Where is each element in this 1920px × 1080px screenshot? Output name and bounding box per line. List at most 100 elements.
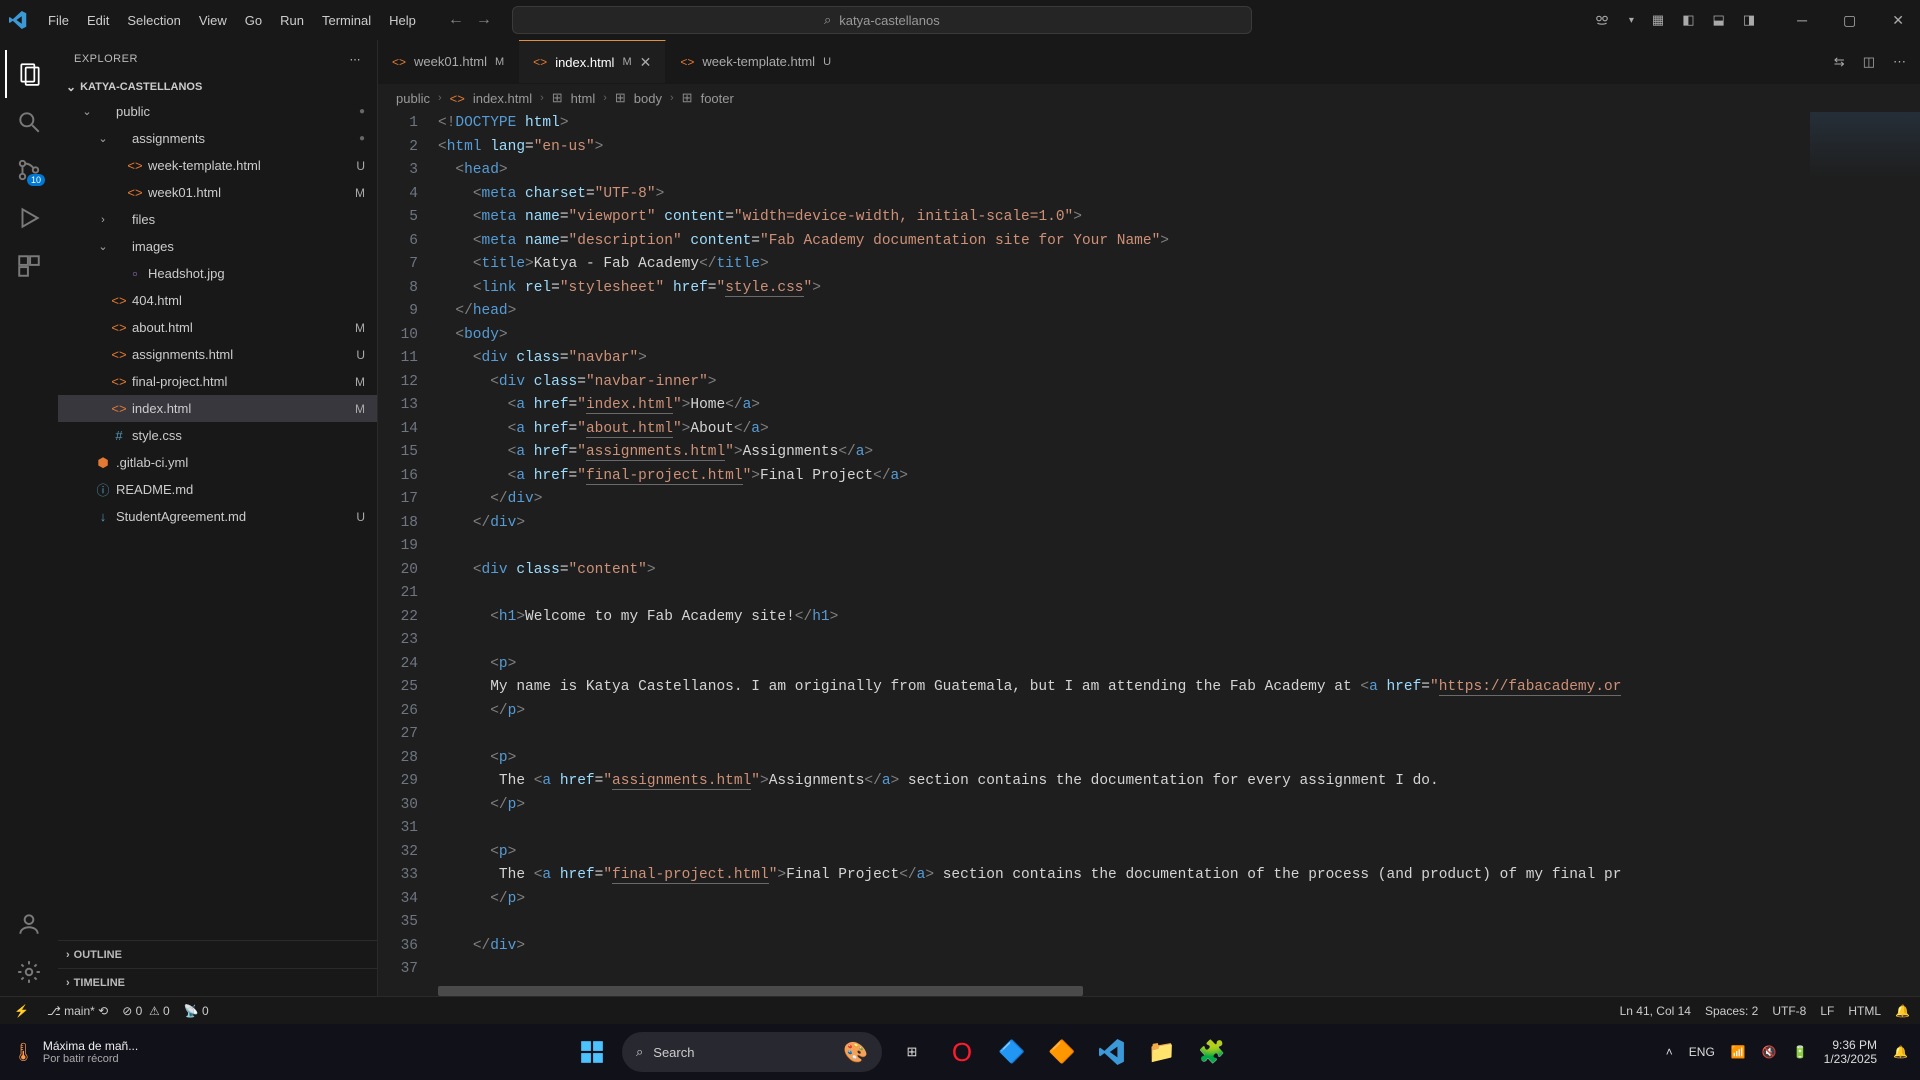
tree-item-label: final-project.html	[132, 374, 349, 389]
code-editor[interactable]: 1234567891011121314151617181920212223242…	[378, 112, 1920, 996]
activity-debug-icon[interactable]	[5, 194, 53, 242]
wifi-icon[interactable]: 📶	[1731, 1045, 1746, 1059]
tree-item[interactable]: ⬢.gitlab-ci.yml	[58, 449, 377, 476]
activity-account-icon[interactable]	[5, 900, 53, 948]
app1-icon[interactable]: 🔷	[992, 1032, 1032, 1072]
breadcrumb-item[interactable]: public	[396, 91, 430, 106]
file-icon: <>	[110, 320, 128, 335]
activity-settings-icon[interactable]	[5, 948, 53, 996]
menu-file[interactable]: File	[40, 9, 77, 32]
tree-item[interactable]: ⌄public●	[58, 98, 377, 125]
breadcrumb-item[interactable]: body	[634, 91, 662, 106]
tree-item[interactable]: <>index.htmlM	[58, 395, 377, 422]
outline-panel-header[interactable]: › OUTLINE	[58, 940, 377, 968]
tree-item[interactable]: ›files	[58, 206, 377, 233]
panel-right-icon[interactable]: ◨	[1743, 12, 1755, 28]
menu-run[interactable]: Run	[272, 9, 312, 32]
problems[interactable]: ⊘ 0 ⚠ 0	[122, 1004, 170, 1018]
start-icon[interactable]	[572, 1032, 612, 1072]
minimize-icon[interactable]: ─	[1789, 8, 1815, 33]
remote-icon[interactable]: ⚡	[10, 1004, 33, 1018]
breadcrumb-item[interactable]: html	[571, 91, 596, 106]
menu-go[interactable]: Go	[237, 9, 270, 32]
notifications-icon[interactable]: 🔔	[1895, 1004, 1910, 1018]
git-badge: M	[355, 186, 365, 200]
tree-item[interactable]: <>week-template.htmlU	[58, 152, 377, 179]
menu-selection[interactable]: Selection	[119, 9, 188, 32]
task-view-icon[interactable]: ⊞	[892, 1032, 932, 1072]
vscode-taskbar-icon[interactable]	[1092, 1032, 1132, 1072]
menu-edit[interactable]: Edit	[79, 9, 117, 32]
layout-grid-icon[interactable]: ▦	[1652, 12, 1664, 28]
code-content[interactable]: <!DOCTYPE html><html lang="en-us"> <head…	[438, 112, 1920, 996]
tree-item[interactable]: ▫Headshot.jpg	[58, 260, 377, 287]
language-indicator[interactable]: ENG	[1689, 1045, 1715, 1059]
activity-explorer-icon[interactable]	[5, 50, 53, 98]
tree-item[interactable]: <>week01.htmlM	[58, 179, 377, 206]
tree-item[interactable]: ⌄assignments●	[58, 125, 377, 152]
more-icon[interactable]: ⋯	[1893, 54, 1906, 70]
split-editor-icon[interactable]: ◫	[1863, 54, 1875, 70]
breadcrumb-item[interactable]: index.html	[473, 91, 532, 106]
compare-icon[interactable]: ⇆	[1834, 54, 1845, 70]
nav-forward-icon[interactable]: →	[476, 11, 492, 29]
weather-widget[interactable]: 🌡 Máxima de mañ... Por batir récord	[12, 1039, 138, 1065]
menu-view[interactable]: View	[191, 9, 235, 32]
opera-icon[interactable]: O	[942, 1032, 982, 1072]
breadcrumb[interactable]: public›<>index.html›⊞html›⊞body›⊞footer	[378, 84, 1920, 112]
nav-back-icon[interactable]: ←	[448, 11, 464, 29]
panel-left-icon[interactable]: ◧	[1682, 12, 1694, 28]
editor-tab[interactable]: <>week01.htmlM	[378, 40, 519, 83]
volume-icon[interactable]: 🔇	[1762, 1045, 1777, 1059]
tree-item[interactable]: ↓StudentAgreement.mdU	[58, 503, 377, 530]
tree-item[interactable]: <>about.htmlM	[58, 314, 377, 341]
more-icon[interactable]: ⋯	[350, 53, 362, 66]
chevron-down-icon[interactable]: ▾	[1629, 15, 1634, 26]
taskbar-search[interactable]: ⌕ Search 🎨	[622, 1032, 882, 1072]
app3-icon[interactable]: 🧩	[1192, 1032, 1232, 1072]
activity-extensions-icon[interactable]	[5, 242, 53, 290]
tree-item[interactable]: <>assignments.htmlU	[58, 341, 377, 368]
copilot-icon[interactable]	[1593, 11, 1611, 29]
file-icon: #	[110, 428, 128, 443]
horizontal-scrollbar[interactable]	[438, 986, 1083, 996]
close-icon[interactable]: ✕	[1884, 8, 1912, 33]
battery-icon[interactable]: 🔋	[1793, 1045, 1808, 1059]
ports[interactable]: 📡 0	[184, 1004, 209, 1018]
activity-search-icon[interactable]	[5, 98, 53, 146]
tree-item[interactable]: <>final-project.htmlM	[58, 368, 377, 395]
notifications-icon[interactable]: 🔔	[1893, 1045, 1908, 1059]
tree-item[interactable]: ⌄images	[58, 233, 377, 260]
indentation[interactable]: Spaces: 2	[1705, 1004, 1758, 1018]
timeline-panel-header[interactable]: › TIMELINE	[58, 968, 377, 996]
project-folder-header[interactable]: ⌄ KATYA-CASTELLANOS	[58, 78, 377, 96]
command-center-search[interactable]: ⌕ katya-castellanos	[512, 6, 1252, 34]
git-badge: M	[355, 402, 365, 416]
minimap[interactable]	[1810, 112, 1920, 222]
encoding[interactable]: UTF-8	[1772, 1004, 1806, 1018]
language-mode[interactable]: HTML	[1848, 1004, 1881, 1018]
cursor-position[interactable]: Ln 41, Col 14	[1620, 1004, 1691, 1018]
tree-item[interactable]: #style.css	[58, 422, 377, 449]
close-icon[interactable]: ✕	[640, 54, 652, 71]
maximize-icon[interactable]: ▢	[1835, 8, 1864, 33]
menu-terminal[interactable]: Terminal	[314, 9, 379, 32]
sidebar: EXPLORER ⋯ ⌄ KATYA-CASTELLANOS ⌄public●⌄…	[58, 40, 378, 996]
editor-tab[interactable]: <>index.htmlM✕	[519, 40, 666, 83]
app2-icon[interactable]: 🔶	[1042, 1032, 1082, 1072]
clock[interactable]: 9:36 PM 1/23/2025	[1824, 1038, 1877, 1067]
eol[interactable]: LF	[1820, 1004, 1834, 1018]
panel-bottom-icon[interactable]: ⬓	[1713, 12, 1725, 28]
tree-item[interactable]: <>404.html	[58, 287, 377, 314]
tree-item[interactable]: ⓘREADME.md	[58, 476, 377, 503]
git-branch[interactable]: ⎇ main* ⟲	[47, 1004, 108, 1018]
windows-taskbar: 🌡 Máxima de mañ... Por batir récord ⌕ Se…	[0, 1024, 1920, 1080]
editor-tab[interactable]: <>week-template.htmlU	[666, 40, 846, 83]
file-icon: <>	[126, 158, 144, 173]
tray-chevron-icon[interactable]: ˄	[1666, 1045, 1673, 1059]
activity-scm-icon[interactable]: 10	[5, 146, 53, 194]
menu-help[interactable]: Help	[381, 9, 424, 32]
tree-item-label: StudentAgreement.md	[116, 509, 350, 524]
breadcrumb-item[interactable]: footer	[701, 91, 734, 106]
file-explorer-icon[interactable]: 📁	[1142, 1032, 1182, 1072]
